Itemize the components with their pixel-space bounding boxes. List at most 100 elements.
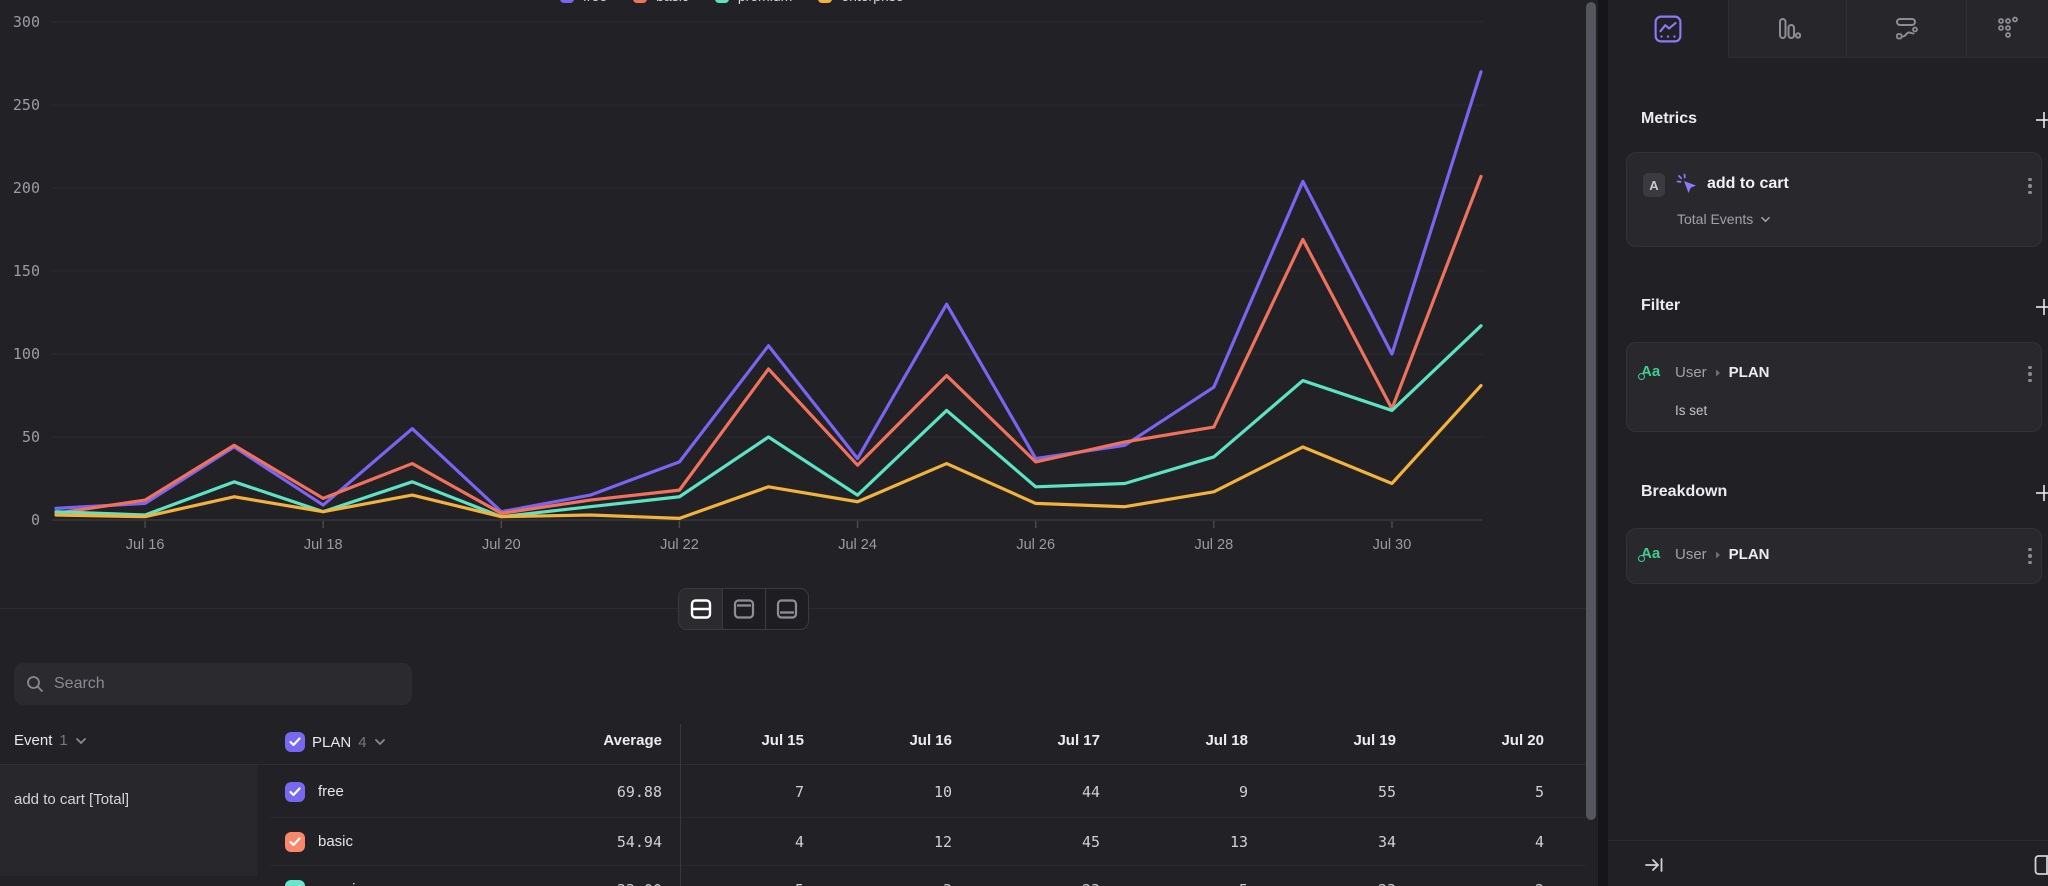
cell-value: 5 <box>684 881 804 886</box>
chart-and-table-panel: free basic premium enterprise 0501001502… <box>0 0 1598 886</box>
bar-chart-icon <box>1775 16 1801 42</box>
plan-checkbox[interactable] <box>285 880 305 886</box>
y-axis-tick-label: 200 <box>13 179 40 197</box>
y-axis-tick-label: 250 <box>13 96 40 114</box>
more-charts-icon <box>1995 16 2021 42</box>
filter-card[interactable]: Aa User PLAN Is set <box>1626 342 2042 432</box>
breakdown-section-title: Breakdown <box>1641 483 1727 501</box>
cell-value: 4 <box>684 833 804 851</box>
x-axis-tick-label: Jul 18 <box>304 537 343 553</box>
date-column-header: Jul 19 <box>1276 732 1396 749</box>
cell-value: 55 <box>1276 783 1396 801</box>
cell-value: 5 <box>1424 783 1544 801</box>
metric-options-kebab-icon[interactable] <box>2021 175 2039 197</box>
filter-condition[interactable]: Is set <box>1675 403 1707 418</box>
layout-columns-icon[interactable] <box>2034 853 2048 877</box>
metric-card[interactable]: A add to cart Total Events <box>1626 152 2042 247</box>
plan-label: premium <box>318 881 376 886</box>
event-column-header[interactable]: Event 1 <box>14 732 87 749</box>
analytics-app: free basic premium enterprise 0501001502… <box>0 0 2048 886</box>
plan-select-all-checkbox[interactable] <box>285 732 305 752</box>
text-property-icon: Aa <box>1641 545 1660 562</box>
metric-measure-label: Total Events <box>1677 211 1753 227</box>
series-line-enterprise[interactable] <box>56 386 1481 519</box>
date-column-header: Jul 17 <box>980 732 1100 749</box>
cell-value: 7 <box>684 783 804 801</box>
vertical-scrollbar[interactable] <box>1586 2 1596 820</box>
filter-property-label: PLAN <box>1729 364 1770 381</box>
cursor-click-icon <box>1675 172 1699 196</box>
x-axis-tick-label: Jul 26 <box>1016 537 1055 553</box>
cell-value: 23 <box>1276 881 1396 886</box>
plan-checkbox[interactable] <box>285 782 305 802</box>
cell-value: 34 <box>1276 833 1396 851</box>
metric-measure-dropdown[interactable]: Total Events <box>1677 211 1771 227</box>
split-rows-view-icon <box>690 599 712 619</box>
y-axis-tick-label: 150 <box>13 262 40 280</box>
cell-value: 23 <box>980 881 1100 886</box>
event-header-label: Event <box>14 732 52 749</box>
breakdown-property-label: PLAN <box>1729 546 1770 563</box>
tab-more-charts[interactable] <box>1966 0 2048 58</box>
layout-toggle-group <box>678 588 809 630</box>
search-icon <box>26 675 44 693</box>
collapse-panel-icon[interactable] <box>1642 853 1666 877</box>
filter-section-title: Filter <box>1641 297 1680 315</box>
plan-label: free <box>318 783 344 800</box>
y-axis-tick-label: 50 <box>22 428 40 446</box>
average-column-header: Average <box>542 732 662 749</box>
y-axis-tick-label: 0 <box>31 511 40 529</box>
x-axis-tick-label: Jul 28 <box>1194 537 1233 553</box>
table-row[interactable]: premium 33.0053235232 <box>0 866 1586 886</box>
bottom-panel-view-icon <box>776 599 798 619</box>
plan-header-count: 4 <box>358 734 366 751</box>
series-line-free[interactable] <box>56 72 1481 512</box>
metric-letter-badge: A <box>1643 173 1665 197</box>
plan-label: basic <box>318 833 353 850</box>
cell-value: 9 <box>1128 783 1248 801</box>
layout-toggle-split-rows-view[interactable] <box>679 589 722 629</box>
breakdown-card[interactable]: Aa User PLAN <box>1626 528 2042 584</box>
chevron-down-icon <box>1760 216 1771 223</box>
x-axis-tick-label: Jul 20 <box>482 537 521 553</box>
date-column-header: Jul 15 <box>684 732 804 749</box>
average-column-divider <box>680 724 681 886</box>
search-input[interactable] <box>54 675 374 693</box>
date-column-header: Jul 20 <box>1424 732 1544 749</box>
cell-value: 44 <box>980 783 1100 801</box>
plan-column-header[interactable]: PLAN 4 <box>285 732 386 752</box>
search-box[interactable] <box>14 663 412 705</box>
chevron-down-icon <box>374 738 386 746</box>
table-row[interactable]: free 69.88710449555 <box>0 765 1586 818</box>
cell-value: 3 <box>832 881 952 886</box>
tab-flow-chart[interactable] <box>1846 0 1966 58</box>
cell-value: 4 <box>1424 833 1544 851</box>
date-column-header: Jul 18 <box>1128 732 1248 749</box>
date-column-header: Jul 16 <box>832 732 952 749</box>
plan-checkbox[interactable] <box>285 832 305 852</box>
query-sidebar: Metrics A add to cart Total Events Filte… <box>1608 0 2048 886</box>
tab-bar-chart[interactable] <box>1728 0 1846 58</box>
breakdown-options-kebab-icon[interactable] <box>2021 545 2039 567</box>
x-axis-tick-label: Jul 30 <box>1373 537 1412 553</box>
add-breakdown-button[interactable] <box>2032 481 2048 505</box>
chevron-right-icon <box>1714 550 1722 560</box>
y-axis-tick-label: 100 <box>13 345 40 363</box>
layout-toggle-bottom-panel-view[interactable] <box>765 589 808 629</box>
top-panel-view-icon <box>733 599 755 619</box>
flow-chart-icon <box>1893 15 1921 43</box>
table-row[interactable]: basic 54.944124513344 <box>0 818 1586 866</box>
add-filter-button[interactable] <box>2032 295 2048 319</box>
tab-line-chart[interactable] <box>1608 0 1728 58</box>
cell-value: 10 <box>832 783 952 801</box>
filter-options-kebab-icon[interactable] <box>2021 363 2039 385</box>
table-header: Event 1 PLAN 4 Average Jul 15 Jul 16 Jul 1… <box>0 724 1586 764</box>
line-chart[interactable]: 050100150200250300Jul 16Jul 18Jul 20Jul … <box>0 0 1586 560</box>
line-chart-icon <box>1654 15 1682 43</box>
x-axis-tick-label: Jul 22 <box>660 537 699 553</box>
add-metric-button[interactable] <box>2032 108 2048 132</box>
layout-toggle-top-panel-view[interactable] <box>722 589 765 629</box>
average-value: 69.88 <box>542 783 662 801</box>
metrics-section-title: Metrics <box>1641 110 1697 128</box>
cell-value: 13 <box>1128 833 1248 851</box>
